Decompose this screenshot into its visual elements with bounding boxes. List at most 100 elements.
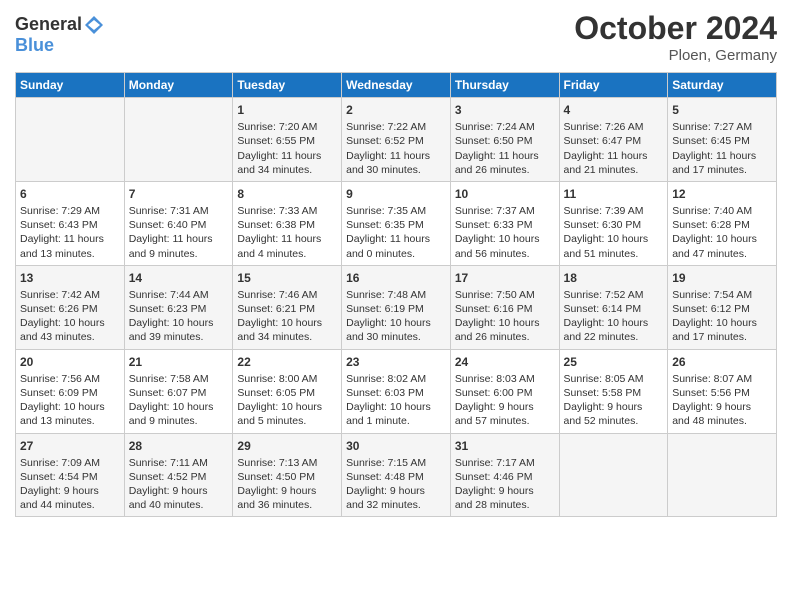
cell-text: Sunset: 6:45 PM bbox=[672, 134, 772, 148]
cell-text: and 5 minutes. bbox=[237, 414, 337, 428]
weekday-header: Friday bbox=[559, 73, 668, 98]
cell-text: and 39 minutes. bbox=[129, 330, 229, 344]
day-number: 6 bbox=[20, 186, 120, 202]
cell-text: Sunrise: 7:29 AM bbox=[20, 204, 120, 218]
calendar-week-row: 20Sunrise: 7:56 AMSunset: 6:09 PMDayligh… bbox=[16, 349, 777, 433]
calendar-cell: 1Sunrise: 7:20 AMSunset: 6:55 PMDaylight… bbox=[233, 98, 342, 182]
calendar-cell: 11Sunrise: 7:39 AMSunset: 6:30 PMDayligh… bbox=[559, 181, 668, 265]
calendar-cell: 5Sunrise: 7:27 AMSunset: 6:45 PMDaylight… bbox=[668, 98, 777, 182]
cell-text: Sunrise: 7:50 AM bbox=[455, 288, 555, 302]
cell-text: and 34 minutes. bbox=[237, 163, 337, 177]
cell-text: Sunset: 6:50 PM bbox=[455, 134, 555, 148]
cell-text: Sunrise: 7:11 AM bbox=[129, 456, 229, 470]
calendar-cell: 31Sunrise: 7:17 AMSunset: 4:46 PMDayligh… bbox=[450, 433, 559, 517]
cell-text: Sunset: 6:40 PM bbox=[129, 218, 229, 232]
title-block: October 2024 Ploen, Germany bbox=[574, 10, 777, 64]
cell-text: Sunrise: 7:33 AM bbox=[237, 204, 337, 218]
calendar-header-row: SundayMondayTuesdayWednesdayThursdayFrid… bbox=[16, 73, 777, 98]
calendar-cell: 23Sunrise: 8:02 AMSunset: 6:03 PMDayligh… bbox=[342, 349, 451, 433]
cell-text: Sunrise: 8:00 AM bbox=[237, 372, 337, 386]
calendar-cell: 8Sunrise: 7:33 AMSunset: 6:38 PMDaylight… bbox=[233, 181, 342, 265]
cell-text: Sunrise: 7:48 AM bbox=[346, 288, 446, 302]
cell-text: Daylight: 11 hours bbox=[455, 149, 555, 163]
calendar-week-row: 6Sunrise: 7:29 AMSunset: 6:43 PMDaylight… bbox=[16, 181, 777, 265]
cell-text: Sunrise: 8:07 AM bbox=[672, 372, 772, 386]
cell-text: Sunset: 6:16 PM bbox=[455, 302, 555, 316]
day-number: 28 bbox=[129, 438, 229, 454]
calendar-week-row: 1Sunrise: 7:20 AMSunset: 6:55 PMDaylight… bbox=[16, 98, 777, 182]
logo-line2: Blue bbox=[15, 36, 105, 56]
day-number: 31 bbox=[455, 438, 555, 454]
day-number: 24 bbox=[455, 354, 555, 370]
cell-text: and 13 minutes. bbox=[20, 414, 120, 428]
cell-text: Sunset: 4:52 PM bbox=[129, 470, 229, 484]
cell-text: Sunrise: 7:15 AM bbox=[346, 456, 446, 470]
cell-text: Daylight: 10 hours bbox=[564, 316, 664, 330]
cell-text: Sunset: 6:14 PM bbox=[564, 302, 664, 316]
cell-text: Sunset: 4:48 PM bbox=[346, 470, 446, 484]
calendar-cell: 16Sunrise: 7:48 AMSunset: 6:19 PMDayligh… bbox=[342, 265, 451, 349]
cell-text: Daylight: 9 hours bbox=[564, 400, 664, 414]
cell-text: and 30 minutes. bbox=[346, 163, 446, 177]
cell-text: Daylight: 9 hours bbox=[455, 400, 555, 414]
cell-text: Daylight: 10 hours bbox=[237, 400, 337, 414]
cell-text: Sunset: 6:19 PM bbox=[346, 302, 446, 316]
calendar-cell: 18Sunrise: 7:52 AMSunset: 6:14 PMDayligh… bbox=[559, 265, 668, 349]
cell-text: and 43 minutes. bbox=[20, 330, 120, 344]
cell-text: and 26 minutes. bbox=[455, 330, 555, 344]
calendar-cell bbox=[559, 433, 668, 517]
page-container: General Blue October 2024 Ploen, Germany… bbox=[0, 0, 792, 527]
cell-text: Sunset: 5:58 PM bbox=[564, 386, 664, 400]
cell-text: Sunset: 6:55 PM bbox=[237, 134, 337, 148]
cell-text: and 34 minutes. bbox=[237, 330, 337, 344]
cell-text: Sunrise: 7:42 AM bbox=[20, 288, 120, 302]
cell-text: and 17 minutes. bbox=[672, 163, 772, 177]
day-number: 7 bbox=[129, 186, 229, 202]
weekday-header: Sunday bbox=[16, 73, 125, 98]
cell-text: Sunrise: 7:26 AM bbox=[564, 120, 664, 134]
weekday-header: Wednesday bbox=[342, 73, 451, 98]
cell-text: Sunrise: 7:39 AM bbox=[564, 204, 664, 218]
cell-text: Daylight: 9 hours bbox=[455, 484, 555, 498]
day-number: 23 bbox=[346, 354, 446, 370]
calendar-cell: 22Sunrise: 8:00 AMSunset: 6:05 PMDayligh… bbox=[233, 349, 342, 433]
calendar-cell: 4Sunrise: 7:26 AMSunset: 6:47 PMDaylight… bbox=[559, 98, 668, 182]
day-number: 25 bbox=[564, 354, 664, 370]
cell-text: Sunset: 4:46 PM bbox=[455, 470, 555, 484]
cell-text: Daylight: 11 hours bbox=[237, 149, 337, 163]
day-number: 20 bbox=[20, 354, 120, 370]
day-number: 8 bbox=[237, 186, 337, 202]
day-number: 26 bbox=[672, 354, 772, 370]
cell-text: Sunrise: 7:31 AM bbox=[129, 204, 229, 218]
month-title: October 2024 bbox=[574, 10, 777, 47]
day-number: 1 bbox=[237, 102, 337, 118]
day-number: 22 bbox=[237, 354, 337, 370]
calendar-week-row: 13Sunrise: 7:42 AMSunset: 6:26 PMDayligh… bbox=[16, 265, 777, 349]
cell-text: Sunset: 6:43 PM bbox=[20, 218, 120, 232]
cell-text: Daylight: 11 hours bbox=[346, 232, 446, 246]
calendar-cell: 6 Sunrise: 7:29 AMSunset: 6:43 PMDaylight… bbox=[16, 181, 125, 265]
day-number: 21 bbox=[129, 354, 229, 370]
cell-text: Daylight: 9 hours bbox=[346, 484, 446, 498]
day-number: 9 bbox=[346, 186, 446, 202]
weekday-header: Thursday bbox=[450, 73, 559, 98]
cell-text: Sunset: 6:28 PM bbox=[672, 218, 772, 232]
day-number: 17 bbox=[455, 270, 555, 286]
cell-text: Sunset: 6:23 PM bbox=[129, 302, 229, 316]
cell-text: Daylight: 10 hours bbox=[346, 316, 446, 330]
calendar-cell bbox=[16, 98, 125, 182]
cell-text: Daylight: 10 hours bbox=[346, 400, 446, 414]
calendar-cell: 25Sunrise: 8:05 AMSunset: 5:58 PMDayligh… bbox=[559, 349, 668, 433]
cell-text: Sunset: 6:33 PM bbox=[455, 218, 555, 232]
weekday-header: Saturday bbox=[668, 73, 777, 98]
cell-text: Daylight: 11 hours bbox=[346, 149, 446, 163]
cell-text: Sunset: 5:56 PM bbox=[672, 386, 772, 400]
calendar-cell: 14Sunrise: 7:44 AMSunset: 6:23 PMDayligh… bbox=[124, 265, 233, 349]
weekday-header: Monday bbox=[124, 73, 233, 98]
calendar-week-row: 27Sunrise: 7:09 AMSunset: 4:54 PMDayligh… bbox=[16, 433, 777, 517]
cell-text: Daylight: 11 hours bbox=[20, 232, 120, 246]
cell-text: Daylight: 10 hours bbox=[672, 316, 772, 330]
cell-text: and 21 minutes. bbox=[564, 163, 664, 177]
cell-text: Sunset: 6:26 PM bbox=[20, 302, 120, 316]
cell-text: Daylight: 11 hours bbox=[564, 149, 664, 163]
